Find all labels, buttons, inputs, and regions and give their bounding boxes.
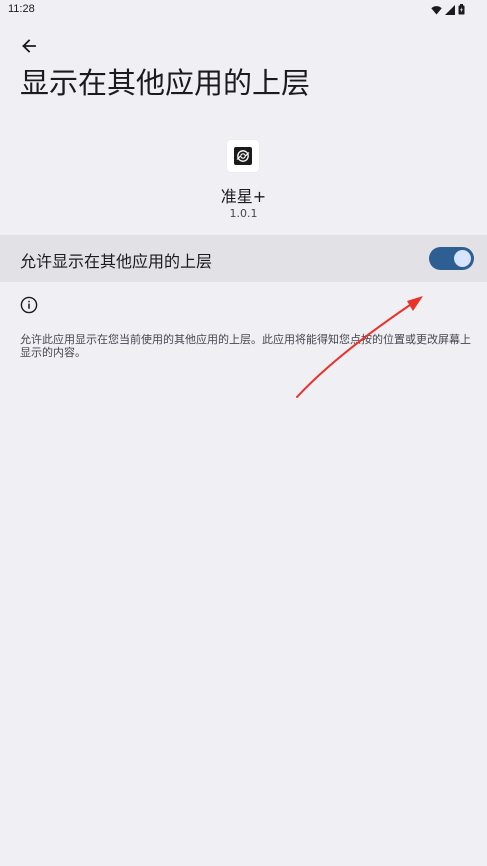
status-icons — [431, 4, 465, 15]
back-button[interactable] — [14, 32, 44, 60]
app-version: 1.0.1 — [229, 207, 258, 220]
status-time: 11:28 — [8, 3, 35, 15]
permission-label: 允许显示在其他应用的上层 — [20, 252, 213, 271]
wifi-icon — [431, 5, 442, 14]
app-name: 准星+ — [220, 187, 267, 206]
permission-toggle-switch[interactable] — [429, 247, 474, 270]
app-icon — [227, 140, 259, 172]
battery-icon — [458, 4, 465, 15]
annotation-arrow — [296, 296, 423, 398]
arrow-back-icon — [22, 39, 36, 53]
page-title: 显示在其他应用的上层 — [20, 66, 311, 100]
permission-toggle-row[interactable]: 允许显示在其他应用的上层 — [0, 235, 487, 282]
toggle-thumb — [454, 250, 471, 267]
signal-icon — [445, 4, 455, 15]
target-app-icon — [234, 147, 252, 165]
status-bar: 11:28 — [0, 0, 487, 20]
info-description: 允许此应用显示在您当前使用的其他应用的上层。此应用将能得知您点按的位置或更改屏幕… — [20, 333, 471, 359]
info-icon — [20, 296, 38, 314]
